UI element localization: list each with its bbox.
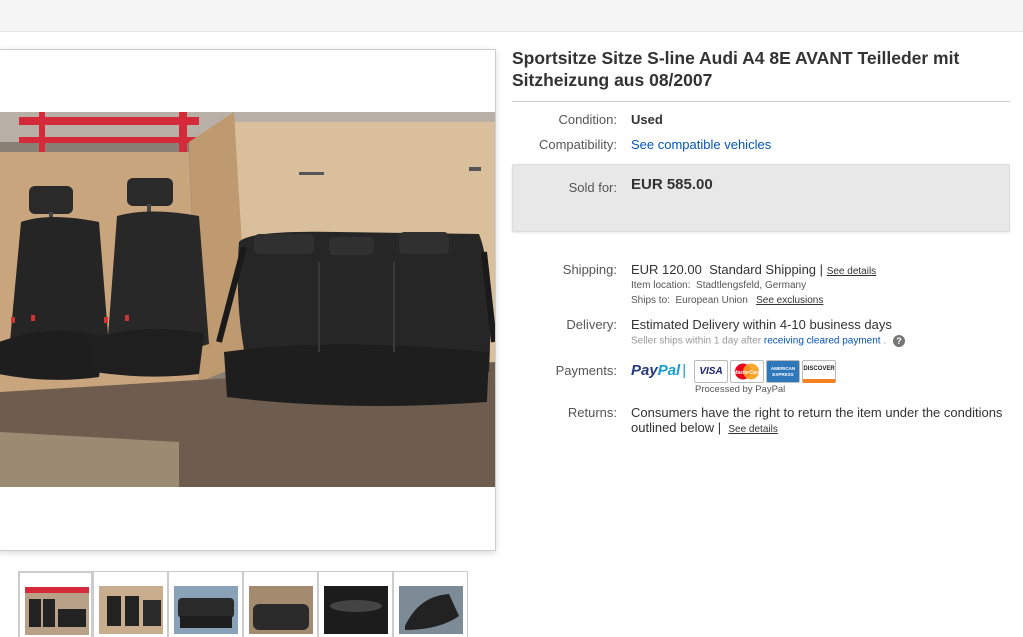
thumbnail-3[interactable] — [168, 571, 243, 637]
seats-set-photo-icon — [25, 587, 89, 635]
processed-by-paypal: Processed by PayPal — [695, 384, 786, 395]
returns-value: Consumers have the right to return the i… — [631, 405, 1003, 435]
thumbnail-2[interactable] — [93, 571, 168, 637]
leather-detail-photo-icon — [324, 586, 388, 634]
listing-title: Sportsitze Sitze S-line Audi A4 8E AVANT… — [512, 48, 960, 90]
ships-to-value: European Union — [675, 295, 748, 306]
see-exclusions-link[interactable]: See exclusions — [756, 295, 823, 306]
cleared-payment-link[interactable]: receiving cleared payment — [764, 336, 881, 347]
condition-label: Condition: — [558, 112, 617, 127]
condition-value: Used — [631, 112, 663, 127]
item-location-line: Item location: Stadtlengsfeld, Germany — [631, 280, 806, 291]
rear-bench-photo-icon — [174, 586, 238, 634]
shipping-label: Shipping: — [562, 262, 617, 277]
compatible-vehicles-link[interactable]: See compatible vehicles — [631, 137, 771, 152]
paypal-logo: PayPal | — [631, 362, 686, 379]
delivery-label: Delivery: — [566, 317, 617, 332]
main-product-photo[interactable] — [0, 112, 496, 487]
sold-price: EUR 585.00 — [631, 176, 713, 193]
mastercard-circles-icon: MasterCard — [733, 363, 762, 380]
ships-to-line: Ships to: European Union See exclusions — [631, 295, 823, 306]
seller-ships-text: Seller ships within 1 day after — [631, 335, 762, 347]
seat-side-photo-icon — [399, 586, 463, 634]
compatibility-label: Compatibility: — [538, 137, 617, 152]
thumbnail-1[interactable] — [18, 571, 93, 637]
thumbnail-5[interactable] — [318, 571, 393, 637]
shipping-separator: | — [819, 262, 824, 277]
payment-cards: VISA MasterCard AMERICAN EXPRESS DISCOVE… — [694, 360, 836, 383]
main-image-panel[interactable] — [0, 49, 496, 551]
thumbnail-6[interactable] — [393, 571, 468, 637]
ships-to-label: Ships to: — [631, 295, 670, 306]
shipping-method: Standard Shipping — [709, 262, 817, 277]
item-location-label: Item location: — [631, 280, 691, 291]
title-divider — [512, 101, 1010, 102]
seller-ships-line: Seller ships within 1 day after receivin… — [631, 335, 905, 347]
paypal-separator: | — [682, 362, 687, 379]
returns-details-link[interactable]: See details — [728, 424, 777, 435]
mastercard-text: MasterCard — [733, 370, 761, 376]
seats-set-photo-icon — [99, 586, 163, 634]
paypal-logo-part1: Pay — [631, 362, 658, 379]
shipping-line: EUR 120.00 Standard Shipping | See detai… — [631, 262, 876, 277]
thumbnail-strip — [18, 571, 468, 637]
top-header-bar — [0, 0, 1023, 32]
help-icon[interactable]: ? — [892, 335, 905, 347]
mastercard-icon: MasterCard — [730, 360, 764, 383]
discover-card-icon: DISCOVER — [802, 360, 836, 383]
paypal-logo-part2: Pal — [657, 362, 681, 379]
price-box: Sold for: EUR 585.00 — [512, 164, 1010, 232]
cleared-payment-dot: . — [883, 335, 887, 347]
item-location-value: Stadtlengsfeld, Germany — [696, 280, 807, 291]
returns-label: Returns: — [567, 405, 617, 420]
thumbnail-4[interactable] — [243, 571, 318, 637]
returns-policy: Consumers have the right to return the i… — [631, 405, 1011, 437]
visa-card-icon: VISA — [694, 360, 728, 383]
shipping-cost: EUR 120.00 — [631, 262, 702, 277]
amex-card-icon: AMERICAN EXPRESS — [766, 360, 800, 383]
payments-label: Payments: — [555, 363, 617, 378]
delivery-value: Estimated Delivery within 4-10 business … — [631, 317, 892, 332]
seat-back-photo-icon — [249, 586, 313, 634]
sold-for-label: Sold for: — [568, 180, 617, 195]
shipping-details-link[interactable]: See details — [827, 266, 876, 277]
